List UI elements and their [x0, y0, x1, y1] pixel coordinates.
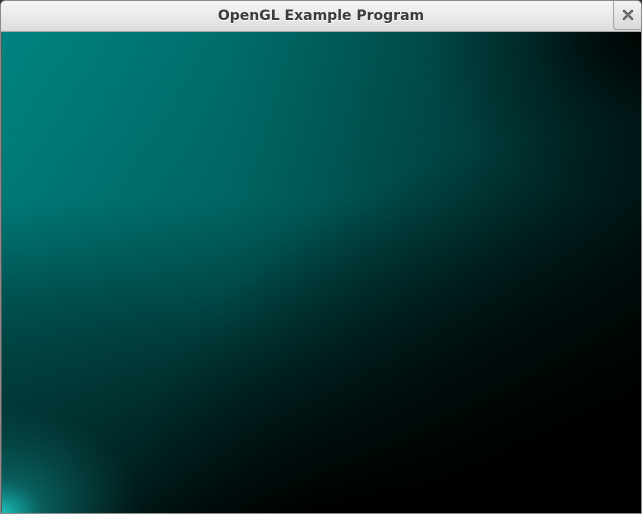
window-title: OpenGL Example Program	[217, 8, 425, 24]
title-bar[interactable]: OpenGL Example Program	[1, 1, 641, 32]
app-window: OpenGL Example Program	[0, 0, 642, 514]
close-button[interactable]	[613, 1, 641, 30]
close-icon	[622, 9, 634, 21]
gradient-render	[1, 32, 641, 513]
window-border	[1, 32, 2, 513]
opengl-canvas[interactable]	[1, 32, 641, 513]
